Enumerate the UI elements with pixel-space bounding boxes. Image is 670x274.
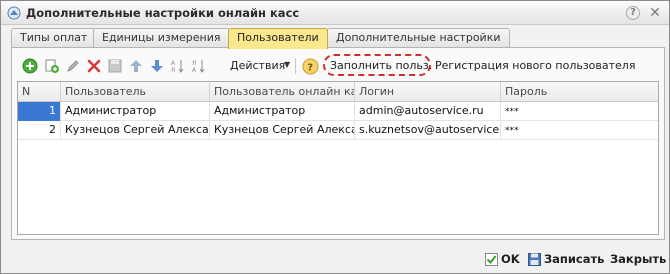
users-toolbar: AЯ ЯA Действия ▼ ? Заполнить польз. Реги… (12, 48, 664, 82)
delete-icon[interactable] (85, 57, 103, 75)
svg-text:A: A (171, 60, 176, 67)
table-row[interactable]: 1 Администратор Администратор admin@auto… (18, 102, 658, 121)
help-icon[interactable]: ? (301, 57, 319, 75)
add-icon[interactable] (21, 57, 39, 75)
actions-menu-button[interactable]: Действия (230, 59, 285, 72)
sort-descending-icon[interactable]: ЯA (190, 57, 208, 75)
window-help-icon[interactable]: ? (626, 6, 640, 20)
svg-text:A: A (192, 67, 197, 74)
copy-icon[interactable] (43, 57, 61, 75)
settings-window: Дополнительные настройки онлайн касс ? ✕… (0, 0, 670, 274)
column-header-password[interactable]: Пароль (501, 82, 658, 102)
users-tab-panel: AЯ ЯA Действия ▼ ? Заполнить польз. Реги… (11, 47, 665, 240)
table-header: N Пользователь Пользователь онлайн касс … (18, 82, 658, 102)
row-number[interactable]: 1 (18, 102, 61, 121)
cell-user[interactable]: Администратор (61, 102, 210, 121)
window-close-icon[interactable]: ✕ (647, 5, 663, 21)
toolbar-separator (295, 58, 296, 74)
cell-password[interactable]: *** (501, 102, 658, 121)
edit-icon[interactable] (64, 57, 82, 75)
svg-text:Я: Я (171, 67, 175, 74)
cell-user[interactable]: Кузнецов Сергей Александрович (61, 121, 210, 140)
tab-units[interactable]: Единицы измерения (93, 28, 230, 48)
window-app-icon (7, 6, 21, 20)
users-table: N Пользователь Пользователь онлайн касс … (17, 81, 659, 235)
column-header-online-user[interactable]: Пользователь онлайн касс (210, 82, 355, 102)
tab-additional-settings[interactable]: Дополнительные настройки (327, 28, 510, 48)
actions-dropdown-icon[interactable]: ▼ (284, 60, 290, 69)
svg-text:Я: Я (192, 60, 196, 67)
column-header-n[interactable]: N (18, 82, 61, 102)
tab-payment-types[interactable]: Типы оплат (11, 28, 97, 48)
ok-check-icon[interactable] (485, 253, 498, 266)
sort-ascending-icon[interactable]: AЯ (169, 57, 187, 75)
move-up-icon[interactable] (127, 57, 145, 75)
cell-online-user[interactable]: Администратор (210, 102, 355, 121)
register-new-user-button[interactable]: Регистрация нового пользователя (435, 59, 635, 72)
save-button[interactable]: Записать (544, 252, 604, 266)
column-header-user[interactable]: Пользователь (61, 82, 210, 102)
cell-password[interactable]: *** (501, 121, 658, 140)
window-title: Дополнительные настройки онлайн касс (26, 6, 300, 20)
save-disk-icon[interactable] (528, 253, 541, 266)
tab-users[interactable]: Пользователи (228, 28, 328, 49)
svg-text:?: ? (307, 62, 313, 73)
fill-users-button[interactable]: Заполнить польз. (330, 59, 432, 72)
close-button[interactable]: Закрыть (610, 252, 666, 266)
row-number[interactable]: 2 (18, 121, 61, 140)
save-row-icon[interactable] (106, 57, 124, 75)
table-row[interactable]: 2 Кузнецов Сергей Александрович Кузнецов… (18, 121, 658, 140)
ok-button[interactable]: OK (501, 252, 520, 266)
title-bar: Дополнительные настройки онлайн касс ? ✕ (1, 1, 669, 25)
cell-login[interactable]: admin@autoservice.ru (355, 102, 501, 121)
cell-login[interactable]: s.kuznetsov@autoservice.ru (355, 121, 501, 140)
tab-strip: Типы оплат Единицы измерения Пользовател… (11, 28, 667, 49)
move-down-icon[interactable] (148, 57, 166, 75)
cell-online-user[interactable]: Кузнецов Сергей Александрович (210, 121, 355, 140)
dialog-button-bar: OK Записать Закрыть (1, 245, 669, 273)
column-header-login[interactable]: Логин (355, 82, 501, 102)
